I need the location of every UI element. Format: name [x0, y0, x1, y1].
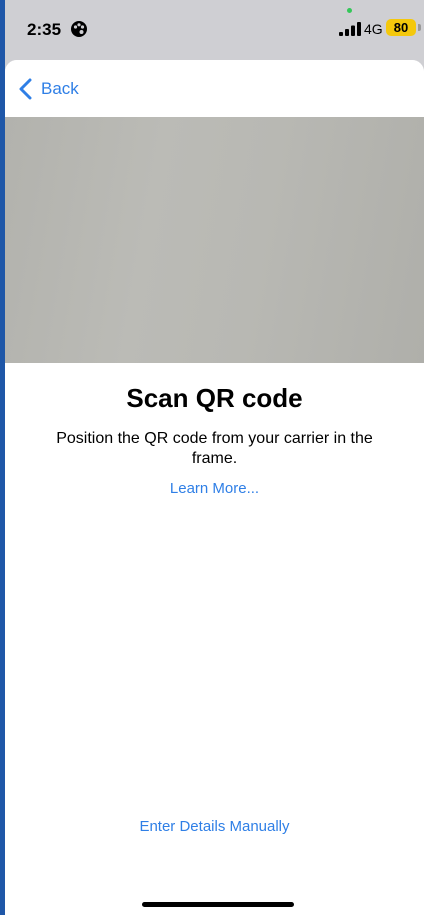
- chevron-left-icon: [19, 78, 32, 100]
- status-time: 2:35: [27, 20, 62, 39]
- instruction-text: Position the QR code from your carrier i…: [56, 430, 373, 467]
- status-bar: 2:35 4G 80: [5, 0, 424, 60]
- home-indicator[interactable]: [142, 902, 294, 907]
- nav-bar: Back: [5, 60, 424, 116]
- privacy-indicator-dot: [347, 8, 352, 13]
- phone-screen: 2:35 4G 80 Back Scan QR code Position th…: [5, 0, 424, 915]
- enter-details-manually-button[interactable]: Enter Details Manually: [5, 818, 424, 835]
- network-type: 4G: [364, 21, 383, 37]
- scan-qr-sheet: Back Scan QR code Position the QR code f…: [5, 60, 424, 915]
- palette-icon: [71, 21, 87, 37]
- page-title: Scan QR code: [126, 383, 303, 413]
- battery-tip: [418, 24, 421, 31]
- back-button[interactable]: Back: [17, 76, 79, 102]
- back-label: Back: [41, 79, 79, 98]
- camera-viewfinder: [5, 117, 424, 363]
- cellular-signal-icon: [339, 22, 361, 36]
- battery-level: 80: [386, 19, 416, 36]
- learn-more-link[interactable]: Learn More...: [5, 480, 424, 497]
